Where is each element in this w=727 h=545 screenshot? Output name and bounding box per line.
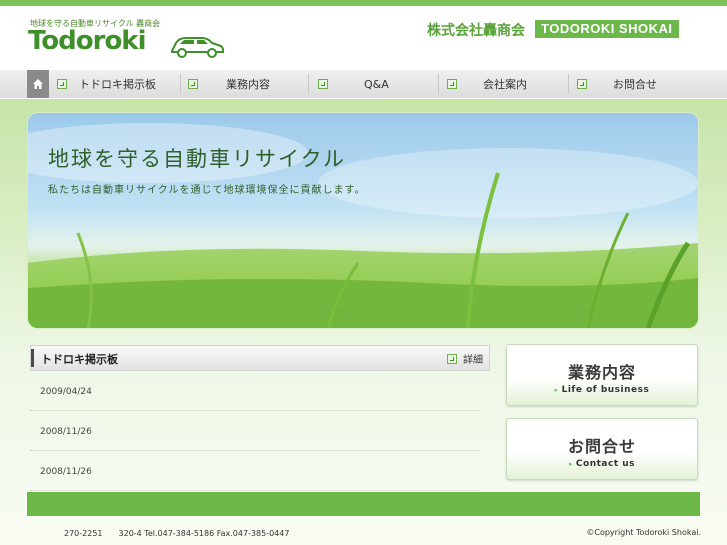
nav-item-board[interactable]: トドロキ掲示板 [57, 70, 156, 98]
board-title: トドロキ掲示板 [41, 353, 118, 366]
nav-divider [568, 74, 569, 94]
arrow-box-icon [447, 79, 457, 89]
board-row[interactable]: 2008/11/26 [30, 451, 480, 491]
bulletin-board: トドロキ掲示板 詳細 2009/04/24 2008/11/26 2008/11… [30, 345, 490, 491]
nav-divider [438, 74, 439, 94]
hero-banner: 地球を守る自動車リサイクル 私たちは自動車リサイクルを通じて地球環境保全に貢献し… [28, 113, 698, 328]
nav-item-qa[interactable]: Q&A [318, 70, 389, 98]
nav-item-label: お問合せ [613, 78, 657, 91]
arrow-box-icon [188, 79, 198, 89]
footer-copyright: ©Copyright Todoroki Shokai. [586, 528, 701, 537]
company-name-en: TODOROKI SHOKAI [535, 20, 679, 38]
nav-divider [308, 74, 309, 94]
business-button-sub: Life of business [507, 385, 697, 395]
nav-item-label: 業務内容 [226, 78, 270, 91]
nav-item-contact[interactable]: お問合せ [577, 70, 657, 98]
board-more-label: 詳細 [463, 355, 483, 366]
nav-item-company[interactable]: 会社案内 [447, 70, 527, 98]
board-row-date: 2008/11/26 [40, 427, 92, 437]
nav-item-business[interactable]: 業務内容 [188, 70, 270, 98]
logo[interactable]: Todoroki [28, 26, 147, 56]
nav-item-label: トドロキ掲示板 [79, 78, 156, 91]
contact-button[interactable]: お問合せ Contact us [506, 418, 698, 480]
hero-title: 地球を守る自動車リサイクル [48, 147, 346, 171]
business-button-title: 業務内容 [567, 363, 636, 382]
top-accent-bar [0, 0, 727, 6]
arrow-box-icon [577, 79, 587, 89]
car-icon [171, 37, 224, 58]
board-row-date: 2008/11/26 [40, 467, 92, 477]
arrow-box-icon [57, 79, 67, 89]
company-name-jp: 株式会社轟商会 [427, 23, 525, 39]
footer-bar [27, 492, 700, 516]
nav-item-label: 会社案内 [483, 78, 527, 91]
hero-subtitle: 私たちは自動車リサイクルを通じて地球環境保全に貢献します。 [48, 185, 366, 196]
footer-address: 270-2251 320-4 Tel.047-384-5186 Fax.047-… [64, 529, 290, 538]
header-marker [31, 349, 34, 367]
arrow-box-icon [318, 79, 328, 89]
board-row[interactable]: 2009/04/24 [30, 371, 480, 411]
contact-button-title: お問合せ [567, 437, 636, 456]
arrow-box-icon [447, 353, 457, 364]
board-more-link[interactable]: 詳細 [447, 351, 483, 366]
nav-item-label: Q&A [364, 77, 389, 91]
contact-button-sub: Contact us [507, 459, 697, 469]
nav-divider [180, 74, 181, 94]
home-icon[interactable] [27, 70, 49, 98]
board-header: トドロキ掲示板 詳細 [30, 345, 490, 371]
board-row-date: 2009/04/24 [40, 387, 92, 397]
business-button[interactable]: 業務内容 Life of business [506, 344, 698, 406]
board-row[interactable]: 2008/11/26 [30, 411, 480, 451]
